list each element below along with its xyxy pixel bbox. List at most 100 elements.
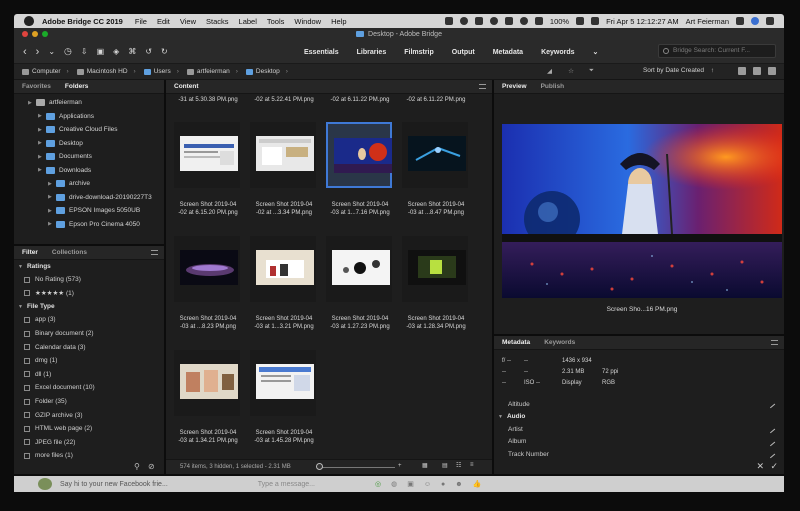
folder-tree-item[interactable]: ▶ artfeierman	[14, 96, 164, 110]
recent-icon[interactable]: ◷	[64, 46, 72, 57]
checkbox[interactable]	[24, 276, 30, 283]
folder-tree-item[interactable]: ▶ Epson Pro Cinema 4050	[14, 218, 164, 232]
folder-tree-item[interactable]: ▶ Desktop	[14, 137, 164, 151]
thumbnail-image[interactable]	[408, 250, 466, 285]
battery-icon[interactable]	[576, 17, 585, 25]
thumbnail-item[interactable]: Screen Shot 2019-04 -03 at 1...7.16 PM.pn…	[324, 122, 396, 234]
thumbnail-image[interactable]	[256, 364, 314, 399]
checkbox[interactable]	[24, 452, 30, 459]
expand-arrow-icon[interactable]: ▶	[38, 113, 46, 119]
rating-filter-item[interactable]: ★★★★★ (1)	[14, 287, 164, 301]
battery-percent[interactable]: 100%	[550, 17, 569, 26]
thumbnail-frame[interactable]	[402, 122, 468, 188]
slider-handle[interactable]	[316, 463, 323, 470]
tab-content[interactable]: Content	[174, 83, 199, 90]
camera-icon[interactable]: ◍	[391, 480, 397, 488]
expand-arrow-icon[interactable]: ▶	[48, 208, 56, 214]
tab-keywords[interactable]: Keywords	[544, 339, 575, 346]
checkbox[interactable]	[24, 371, 30, 378]
folder-tree-item[interactable]: ▶ Documents	[14, 150, 164, 164]
thumbnail-frame[interactable]	[174, 236, 240, 302]
expand-arrow-icon[interactable]: ▶	[38, 140, 46, 146]
menu-edit[interactable]: Edit	[157, 17, 170, 26]
thumbnail-item[interactable]: Screen Shot 2019-04 -03 at 1.45.28 PM.png	[248, 350, 320, 462]
workspace-more-icon[interactable]: ⌄	[593, 48, 599, 56]
pencil-icon[interactable]	[766, 437, 776, 446]
checkbox[interactable]	[24, 384, 30, 391]
filetype-filter-item[interactable]: Calendar data (3)	[14, 340, 164, 354]
filetype-filter-item[interactable]: dmg (1)	[14, 354, 164, 368]
tab-preview[interactable]: Preview	[502, 83, 527, 90]
dropbox-icon[interactable]	[459, 17, 468, 25]
panel-menu-icon[interactable]	[479, 84, 486, 89]
apple-menu-icon[interactable]	[24, 16, 34, 26]
sort-dropdown[interactable]: Sort by Date Created	[643, 67, 704, 74]
time-machine-icon[interactable]	[489, 17, 498, 25]
filetype-filter-item[interactable]: Binary document (2)	[14, 327, 164, 341]
emoji-icon[interactable]: ☻	[455, 481, 462, 488]
checkbox[interactable]	[24, 425, 30, 432]
section-audio[interactable]: ▼ Audio	[494, 411, 784, 424]
expand-arrow-icon[interactable]: ▶	[38, 167, 46, 173]
open-in-camera-raw-icon[interactable]: ⌘	[128, 47, 136, 56]
ratings-header[interactable]: ▼ Ratings	[14, 260, 164, 273]
thumbnail-image[interactable]	[332, 250, 390, 285]
breadcrumb-macintosh-hd[interactable]: Macintosh HD ›	[76, 68, 136, 75]
back-icon[interactable]: ‹	[23, 46, 27, 58]
notification-center-icon[interactable]	[766, 17, 774, 25]
volume-icon[interactable]	[534, 17, 543, 25]
thumbnail-image[interactable]	[180, 136, 238, 171]
checkbox[interactable]	[24, 344, 30, 351]
filetype-filter-item[interactable]: JPEG file (22)	[14, 436, 164, 450]
pin-icon[interactable]: ⚲	[134, 462, 140, 471]
rotate-left-icon[interactable]: ↺	[145, 47, 152, 56]
game-icon[interactable]: ◎	[375, 480, 381, 488]
menu-help[interactable]: Help	[331, 17, 346, 26]
tab-collections[interactable]: Collections	[52, 249, 87, 256]
menu-view[interactable]: View	[180, 17, 196, 26]
minimize-window-button[interactable]	[32, 31, 38, 37]
apply-icon[interactable]: ✓	[770, 461, 778, 472]
sticker-icon[interactable]: ☺	[424, 481, 431, 488]
pencil-icon[interactable]	[766, 449, 776, 459]
filetype-filter-item[interactable]: Folder (35)	[14, 395, 164, 409]
thumbnail-item[interactable]: Screen Shot 2019-04 -03 at 1.34.21 PM.png	[172, 350, 244, 462]
expand-arrow-icon[interactable]: ▶	[48, 194, 56, 200]
workspace-output[interactable]: Output	[452, 49, 475, 56]
tab-folders[interactable]: Folders	[65, 83, 88, 90]
workspace-filmstrip[interactable]: Filmstrip	[404, 49, 434, 56]
open-recent-icon[interactable]	[738, 67, 746, 75]
preview-image[interactable]	[502, 124, 782, 298]
menu-label[interactable]: Label	[239, 17, 257, 26]
checkbox[interactable]	[24, 357, 30, 364]
creative-cloud-icon[interactable]	[444, 17, 453, 25]
airplay-icon[interactable]	[474, 17, 483, 25]
panel-menu-icon[interactable]	[151, 250, 158, 255]
delete-icon[interactable]	[768, 67, 776, 75]
search-input[interactable]: Bridge Search: Current F...	[658, 44, 776, 58]
thumbnail-image[interactable]	[408, 136, 466, 171]
breadcrumb-users[interactable]: Users ›	[143, 68, 179, 75]
thumbnail-image[interactable]	[334, 138, 392, 173]
thumbnail-frame[interactable]	[174, 122, 240, 188]
folder-tree-item[interactable]: ▶ archive	[14, 177, 164, 191]
user-name[interactable]: Art Feierman	[686, 17, 729, 26]
thumbnail-item[interactable]: Screen Shot 2019-04 -03 at ...8.23 PM.png	[172, 236, 244, 348]
field-track-number[interactable]: Track Number	[494, 448, 784, 461]
filetype-header[interactable]: ▼ File Type	[14, 300, 164, 313]
filetype-filter-item[interactable]: Excel document (10)	[14, 381, 164, 395]
like-icon[interactable]: 👍	[473, 480, 482, 488]
checkbox[interactable]	[24, 290, 30, 297]
folder-tree-item[interactable]: ▶ Downloads	[14, 164, 164, 178]
checkbox[interactable]	[24, 412, 30, 419]
message-input[interactable]: Type a message...	[258, 481, 315, 488]
menu-window[interactable]: Window	[294, 17, 321, 26]
thumbnail-item[interactable]: Screen Shot 2019-04 -02 at 6.15.20 PM.png	[172, 122, 244, 234]
list-view-icon[interactable]: ≡	[470, 462, 474, 468]
thumbnail-item[interactable]: Screen Shot 2019-04 -03 at ...8.47 PM.png	[400, 122, 472, 234]
sort-direction-icon[interactable]: ↑	[711, 67, 714, 74]
thumbnail-frame[interactable]	[402, 236, 468, 302]
expand-arrow-icon[interactable]: ▶	[38, 127, 46, 133]
panel-menu-icon[interactable]	[771, 340, 778, 345]
checkbox[interactable]	[24, 330, 30, 337]
